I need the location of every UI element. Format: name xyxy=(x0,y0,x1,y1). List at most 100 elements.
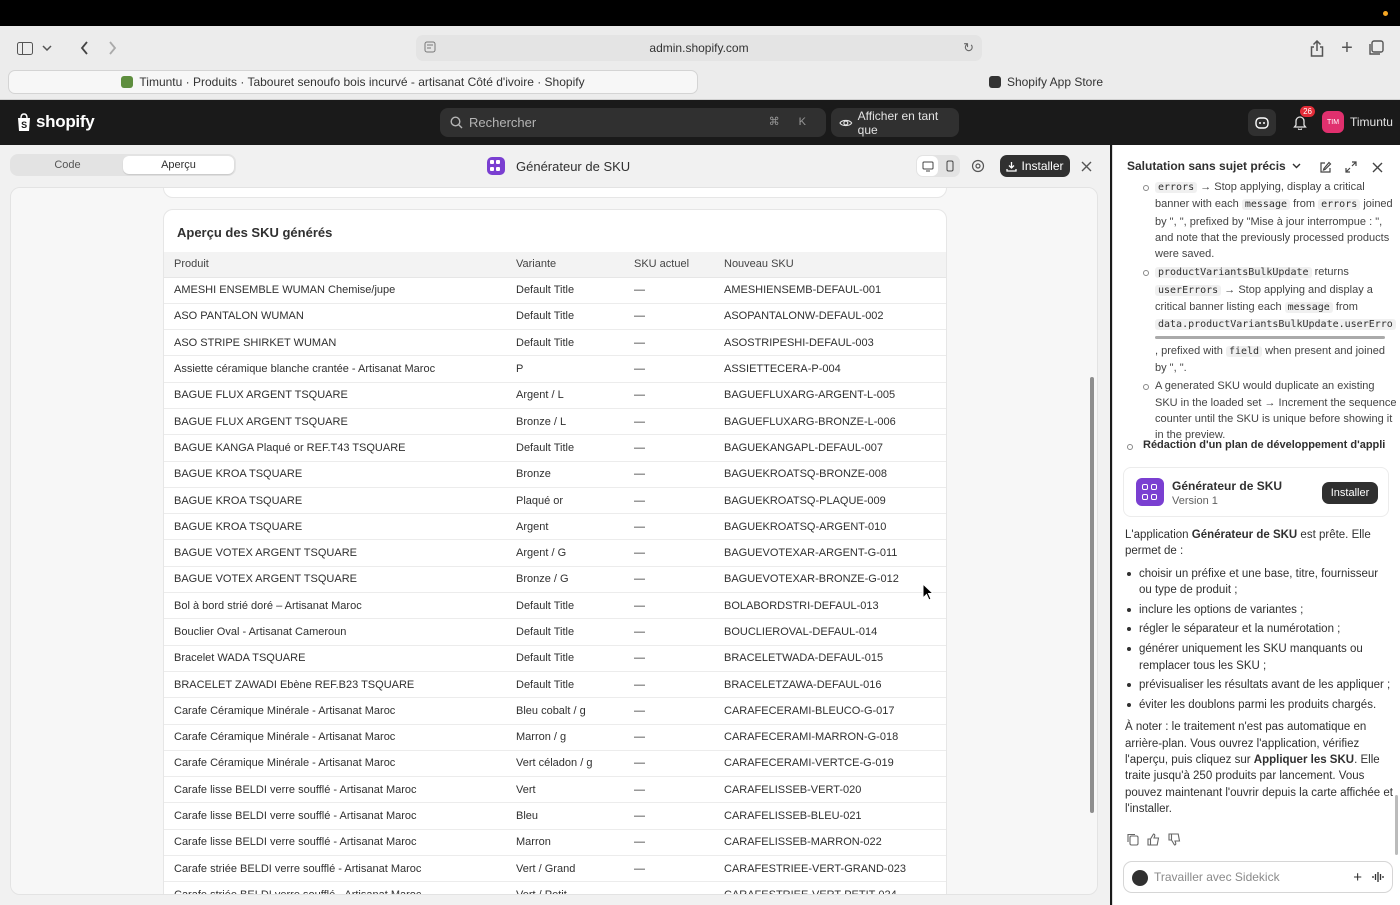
app-editor: Code Aperçu Générateur de SKU Installer … xyxy=(0,145,1110,905)
table-row: Bouclier Oval - Artisanat Cameroun Defaul… xyxy=(164,618,946,646)
search-input[interactable]: Rechercher ⌘ K xyxy=(440,108,826,137)
forward-icon[interactable] xyxy=(104,38,120,58)
product-cell: Carafe striée BELDI verre soufflé - Arti… xyxy=(164,855,506,883)
address-bar[interactable]: admin.shopify.com ↻ xyxy=(416,35,982,61)
notifications-icon[interactable]: 26 xyxy=(1286,106,1315,136)
table-row: AMESHI ENSEMBLE WUMAN Chemise/jupe Defaul… xyxy=(164,277,946,304)
sidekick-input[interactable]: Travailler avec Sidekick + xyxy=(1123,861,1393,893)
product-cell: Carafe Céramique Minérale - Artisanat Ma… xyxy=(164,724,506,751)
tab-overview-icon[interactable] xyxy=(1367,38,1385,58)
inline-code: message xyxy=(1241,199,1290,211)
new-sku-cell: CARAFESTRIEE-VERT-PETIT-024 xyxy=(714,881,946,894)
close-icon[interactable] xyxy=(1076,156,1096,176)
app-card[interactable]: Générateur de SKU Version 1 Installer xyxy=(1123,467,1389,517)
tab-code[interactable]: Code xyxy=(12,156,123,174)
list-item: prévisualiser les résultats avant de les… xyxy=(1127,677,1393,693)
app-card-install-button[interactable]: Installer xyxy=(1322,482,1378,504)
tab-shopify-admin[interactable]: Timuntu · Produits · Tabouret senoufo bo… xyxy=(8,70,698,94)
table-row: Carafe lisse BELDI verre soufflé - Artis… xyxy=(164,776,946,804)
product-cell: BAGUE KROA TSQUARE xyxy=(164,461,506,488)
table-row: BAGUE KROA TSQUARE Plaqué or — BAGUEKROATSQ… xyxy=(164,487,946,515)
new-sku-cell: CARAFELISSEB-VERT-020 xyxy=(714,776,946,804)
app-title-text: Générateur de SKU xyxy=(516,158,631,174)
inline-code: field xyxy=(1225,345,1263,357)
list-item: inclure les options de variantes ; xyxy=(1127,602,1393,618)
new-sku-cell: BAGUEFLUXARG-ARGENT-L-005 xyxy=(714,382,946,409)
table-row: Carafe striée BELDI verre soufflé - Arti… xyxy=(164,881,946,894)
variant-cell: Vert xyxy=(506,776,624,804)
product-cell: Carafe Céramique Minérale - Artisanat Ma… xyxy=(164,697,506,725)
recording-indicator xyxy=(1383,11,1388,16)
column-header: Nouveau SKU xyxy=(714,252,946,278)
new-sku-cell: ASOSTRIPESHI-DEFAUL-003 xyxy=(714,329,946,357)
table-row: BAGUE KANGA Plaqué or REF.T43 TSQUARE Def… xyxy=(164,434,946,462)
install-label: Installer xyxy=(1021,159,1064,173)
product-cell: BAGUE KANGA Plaqué or REF.T43 TSQUARE xyxy=(164,434,506,462)
site-settings-icon[interactable] xyxy=(424,41,436,53)
copy-icon[interactable] xyxy=(1127,833,1139,846)
plan-step[interactable]: Rédaction d'un plan de développement d'a… xyxy=(1127,439,1385,451)
variant-cell: Bronze / G xyxy=(506,566,624,594)
voice-input-icon[interactable] xyxy=(1372,871,1384,883)
store-name: Timuntu xyxy=(1350,115,1393,129)
menu-bar xyxy=(0,0,1400,26)
new-sku-cell: CARAFECERAMI-MARRON-G-018 xyxy=(714,724,946,751)
view-as-button[interactable]: Afficher en tant que xyxy=(831,108,959,137)
search-icon xyxy=(450,116,463,129)
product-cell: ASO STRIPE SHIRKET WUMAN xyxy=(164,329,506,357)
sidekick-icon[interactable] xyxy=(1248,109,1276,136)
app-title: Générateur de SKU xyxy=(487,157,630,175)
new-sku-cell: ASOPANTALONW-DEFAUL-002 xyxy=(714,303,946,331)
table-row: ASO PANTALON WUMAN Default Title — ASOPANTA… xyxy=(164,303,946,331)
thumbs-up-icon[interactable] xyxy=(1147,833,1160,846)
conversation-title[interactable]: Salutation sans sujet précis xyxy=(1127,159,1301,173)
variant-cell: Argent / L xyxy=(506,382,624,409)
inline-code: productVariantsBulkUpdate xyxy=(1155,267,1312,279)
mobile-icon[interactable] xyxy=(939,155,960,177)
chevron-down-icon[interactable] xyxy=(40,38,54,58)
new-sku-cell: BRACELETZAWA-DEFAUL-016 xyxy=(714,671,946,699)
text: L'application xyxy=(1125,529,1192,541)
current-sku-cell: — xyxy=(624,355,714,383)
close-icon[interactable] xyxy=(1369,159,1385,175)
current-sku-cell: — xyxy=(624,566,714,594)
chat-scrollbar[interactable] xyxy=(1395,795,1398,855)
sidebar-toggle-icon[interactable] xyxy=(16,38,34,58)
table-row: Carafe lisse BELDI verre soufflé - Artis… xyxy=(164,802,946,830)
new-chat-icon[interactable] xyxy=(1317,159,1333,175)
install-button[interactable]: Installer xyxy=(1000,155,1070,177)
variant-cell: Default Title xyxy=(506,329,624,357)
table-row: BAGUE VOTEX ARGENT TSQUARE Bronze / G — BAG… xyxy=(164,566,946,594)
expand-icon[interactable] xyxy=(1343,159,1359,175)
back-icon[interactable] xyxy=(76,38,92,58)
product-cell: BAGUE FLUX ARGENT TSQUARE xyxy=(164,382,506,409)
product-cell: Carafe lisse BELDI verre soufflé - Artis… xyxy=(164,802,506,830)
current-sku-cell: — xyxy=(624,487,714,515)
store-menu[interactable]: TIM Timuntu xyxy=(1322,111,1393,133)
variant-cell: Bleu cobalt / g xyxy=(506,697,624,725)
tab-preview[interactable]: Aperçu xyxy=(123,156,234,174)
new-sku-cell: BOLABORDSTRI-DEFAUL-013 xyxy=(714,592,946,620)
code-scrollbar[interactable] xyxy=(1155,335,1385,339)
table-header-row: Produit Variante SKU actuel Nouveau SKU xyxy=(164,252,946,278)
variant-cell: Plaqué or xyxy=(506,487,624,515)
tab-label: Timuntu · Produits · Tabouret senoufo bo… xyxy=(139,75,585,89)
variant-cell: Vert céladon / g xyxy=(506,750,624,778)
sidekick-logo-icon xyxy=(1132,870,1148,886)
tab-app-store[interactable]: Shopify App Store xyxy=(700,70,1392,94)
new-tab-icon[interactable]: + xyxy=(1338,37,1356,59)
browser-chrome: admin.shopify.com ↻ + Timuntu · Produits… xyxy=(0,26,1400,100)
product-cell: BAGUE KROA TSQUARE xyxy=(164,487,506,515)
shopify-logo[interactable]: S shopify xyxy=(16,112,95,132)
share-icon[interactable] xyxy=(1308,38,1326,58)
conversation-title-text: Salutation sans sujet précis xyxy=(1127,159,1286,173)
new-sku-cell: CARAFECERAMI-BLEUCO-G-017 xyxy=(714,697,946,725)
current-sku-cell: — xyxy=(624,408,714,436)
thumbs-down-icon[interactable] xyxy=(1168,833,1181,846)
reload-icon[interactable]: ↻ xyxy=(963,40,974,56)
desktop-icon[interactable] xyxy=(917,156,938,176)
add-attachment-icon[interactable]: + xyxy=(1353,869,1362,886)
inspect-icon[interactable] xyxy=(968,156,988,176)
new-sku-cell: BOUCLIEROVAL-DEFAUL-014 xyxy=(714,618,946,646)
preview-scrollbar[interactable] xyxy=(1090,377,1094,813)
